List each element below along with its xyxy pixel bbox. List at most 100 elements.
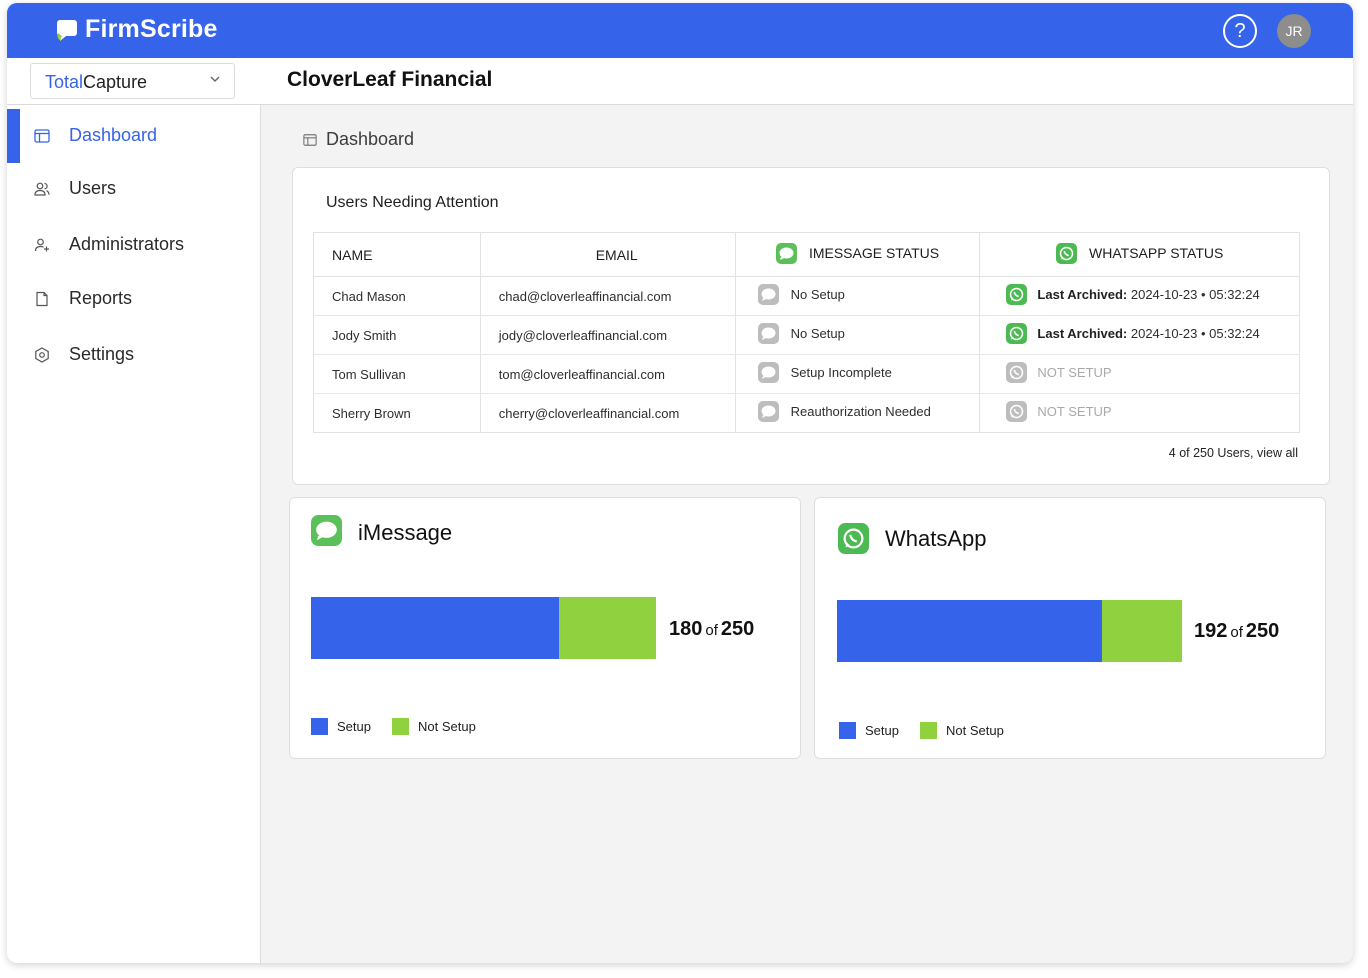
imessage-card: iMessage 180 of 250 Setup Not Setup [289,497,801,759]
product-suffix: Capture [83,72,148,92]
imessage-icon [757,323,779,344]
top-bar: FirmScribe ? JR [7,3,1353,58]
sub-header: TotalCapture CloverLeaf Financial [7,58,1353,105]
imessage-status-text: No Setup [790,326,845,341]
whatsapp-icon [1056,242,1078,264]
legend-label: Setup [865,723,899,738]
sidebar-item-label: Administrators [69,234,185,254]
app-window: FirmScribe ? JR TotalCapture CloverLeaf … [7,3,1353,963]
sidebar-item-label: Reports [69,288,133,308]
legend-label: Not Setup [945,723,1004,738]
whatsapp-title: WhatsApp [885,526,987,551]
of-label: of [1230,624,1243,641]
table-row[interactable]: Chad Mason chad@cloverleaffinancial.com No… [313,276,1300,316]
view-all-link[interactable]: 4 of 250 Users, view all [1169,446,1298,460]
product-selector-label: TotalCapture [45,72,147,93]
cell-name: Tom Sullivan [313,354,481,394]
help-icon[interactable]: ? [1223,14,1257,48]
setup-segment [311,597,559,659]
organization-title: CloverLeaf Financial [287,68,493,91]
table-row[interactable]: Sherry Brown cherry@cloverleaffinancial.c… [313,393,1300,433]
legend-swatch [311,718,328,735]
imessage-icon [757,362,779,383]
cell-email: tom@cloverleaffinancial.com [480,354,736,394]
imessage-count: 180 of 250 [669,618,754,641]
column-header-whatsapp[interactable]: WHATSAPP STATUS [979,232,1300,277]
cell-email: chad@cloverleaffinancial.com [480,276,736,316]
total-count: 250 [720,618,755,640]
legend-not-setup: Not Setup [919,722,1004,739]
column-header-name[interactable]: NAME [313,232,481,277]
sidebar-item-reports[interactable]: Reports [7,272,261,326]
setup-count: 192 [1194,620,1228,642]
gear-icon [35,347,49,363]
table-header-row: NAME EMAIL IMESSAGE STATUS WHATSAPP STAT… [313,232,1300,277]
table-row[interactable]: Jody Smith jody@cloverleaffinancial.com No… [313,315,1300,355]
product-prefix: Total [45,72,84,92]
sidebar-item-dashboard[interactable]: Dashboard [7,109,261,163]
whatsapp-icon [1006,362,1028,383]
of-label: of [705,622,718,639]
imessage-status-text: No Setup [790,287,845,302]
avatar[interactable]: JR [1277,14,1311,48]
attention-title: Users Needing Attention [326,194,499,211]
cell-whatsapp-status: Last Archived: 2024-10-23 • 05:32:24 [979,315,1300,355]
product-selector[interactable]: TotalCapture [30,63,235,99]
imessage-icon [311,515,342,546]
brand-logo[interactable]: FirmScribe [55,15,218,44]
legend-swatch [919,722,937,739]
total-count: 250 [1245,620,1280,642]
whatsapp-legend: Setup Not Setup [839,722,1025,739]
setup-count: 180 [669,618,703,640]
column-header-email[interactable]: EMAIL [480,232,736,277]
breadcrumb: Dashboard [303,129,414,150]
sidebar-item-users[interactable]: Users [7,162,261,216]
cell-email: cherry@cloverleaffinancial.com [480,393,736,433]
legend-swatch [839,722,856,739]
document-icon [36,291,48,307]
users-icon [34,182,50,196]
cell-imessage-status: Reauthorization Needed [735,393,981,433]
legend-setup: Setup [311,718,371,735]
cell-whatsapp-status: Last Archived: 2024-10-23 • 05:32:24 [979,276,1300,316]
whatsapp-icon [1006,284,1028,305]
legend-label: Not Setup [417,719,476,734]
whatsapp-icon [838,523,869,554]
sidebar-item-label: Settings [69,344,135,364]
sidebar: Dashboard Users Administrators Reports S… [7,105,261,963]
brand-name: FirmScribe [85,15,218,43]
table-row[interactable]: Tom Sullivan tom@cloverleaffinancial.com S… [313,354,1300,394]
admin-icon [34,238,49,252]
whatsapp-status-text: 2024-10-23 • 05:32:24 [1127,287,1260,302]
cell-email: jody@cloverleaffinancial.com [480,315,736,355]
sidebar-item-settings[interactable]: Settings [7,328,261,382]
sidebar-item-label: Dashboard [69,125,158,145]
cell-name: Sherry Brown [313,393,481,433]
imessage-status-text: Reauthorization Needed [790,404,931,419]
column-header-label: IMESSAGE STATUS [808,245,940,261]
cell-name: Jody Smith [313,315,481,355]
imessage-icon [757,401,779,422]
whatsapp-status-text: NOT SETUP [1037,365,1112,380]
imessage-legend: Setup Not Setup [311,718,497,735]
sidebar-item-administrators[interactable]: Administrators [7,218,261,272]
cell-imessage-status: No Setup [735,315,981,355]
not-setup-segment [1102,600,1182,662]
page-title: Dashboard [326,129,415,149]
legend-swatch [391,718,409,735]
imessage-setup-bar [311,597,656,659]
whatsapp-status-text: NOT SETUP [1037,404,1112,419]
cell-imessage-status: Setup Incomplete [735,354,981,394]
whatsapp-count: 192 of 250 [1194,620,1279,643]
column-header-imessage[interactable]: IMESSAGE STATUS [735,232,981,277]
not-setup-segment [559,597,656,659]
setup-segment [837,600,1102,662]
cell-name: Chad Mason [313,276,481,316]
archived-label: Last Archived: [1037,326,1128,341]
whatsapp-card: WhatsApp 192 of 250 Setup Not Setup [814,497,1326,759]
attention-table: NAME EMAIL IMESSAGE STATUS WHATSAPP STAT… [313,232,1300,433]
whatsapp-status-text: 2024-10-23 • 05:32:24 [1127,326,1260,341]
whatsapp-setup-bar [837,600,1182,662]
cell-imessage-status: No Setup [735,276,981,316]
legend-not-setup: Not Setup [391,718,476,735]
